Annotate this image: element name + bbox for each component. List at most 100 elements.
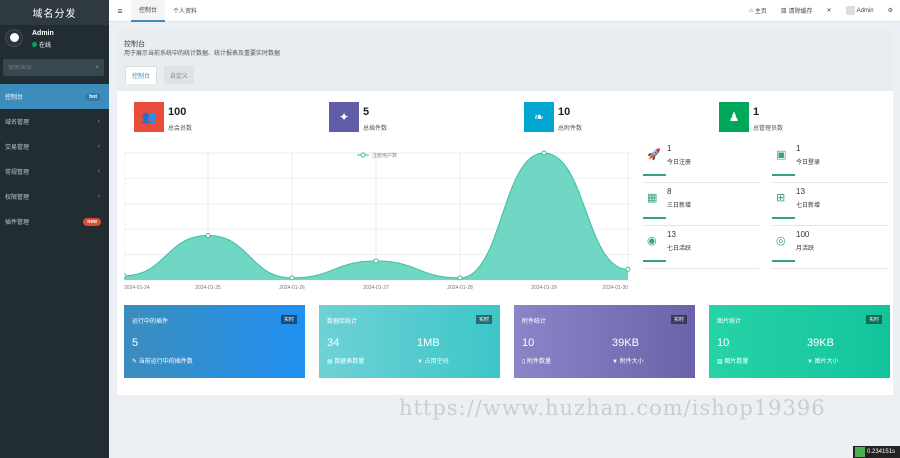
- card-value-2: 39KB: [807, 337, 834, 349]
- stat-plugins-box: ✦: [329, 102, 359, 132]
- chart-point: [289, 275, 295, 281]
- card-title: 图片统计: [717, 319, 742, 325]
- sidebar-search: ⌕: [3, 59, 104, 76]
- sidebar-item-label: 域名管理: [5, 120, 30, 126]
- user-avatar-small: [845, 6, 855, 15]
- app-logo[interactable]: 域名分发: [0, 0, 109, 25]
- search-icon[interactable]: ⌕: [95, 64, 99, 72]
- user-menu[interactable]: Admin: [839, 6, 881, 15]
- stat-label: 总管理员数: [753, 126, 784, 132]
- chart-point: [541, 150, 547, 156]
- stat-label: 总插件数: [363, 126, 388, 132]
- hot-badge: hot: [85, 92, 101, 101]
- chart-point: [205, 233, 211, 239]
- navbar-user-name: Admin: [856, 7, 874, 14]
- stat-members: 👥 100 总会员数: [134, 102, 284, 133]
- card-label-text: 图片数量: [724, 359, 749, 365]
- magic-icon: ✎: [132, 359, 139, 365]
- mini-stat-bar: [643, 217, 666, 219]
- mini-stat-bar: [772, 174, 795, 176]
- panel-tab-dashboard[interactable]: 控制台: [125, 66, 158, 84]
- chart-svg: 2024-01-24 2024-01-25 2024-01-26 2024-01-27…: [121, 150, 632, 291]
- card-label-2: ▼ 附件大小: [612, 356, 644, 365]
- mini-stat-value: 100: [796, 230, 810, 239]
- clear-cache-label: 清除缓存: [788, 9, 813, 15]
- mini-stat-3day: ▦ 8 三日新增: [643, 185, 759, 226]
- fullscreen-button[interactable]: ✕: [820, 7, 839, 14]
- mini-stat-label: 七日新增: [796, 203, 821, 209]
- sidebar-item-trades[interactable]: 交易管理 ‹: [0, 134, 109, 159]
- leaf-icon: ❧: [533, 110, 545, 124]
- magic-icon: ✦: [338, 110, 350, 124]
- realtime-tag: 实时: [280, 315, 297, 324]
- mini-stat-today-login: ▣ 1 今日登录: [772, 142, 888, 183]
- calendar-plus-icon: ⊞: [776, 192, 786, 204]
- stat-attachments: ❧ 10 总附件数: [524, 102, 674, 133]
- new-badge: new: [83, 217, 101, 226]
- mini-stat-value: 13: [796, 187, 805, 196]
- registration-chart: 2024-01-24 2024-01-25 2024-01-26 2024-01-27…: [121, 148, 632, 294]
- home-icon: ⌂: [749, 7, 753, 14]
- mini-stat-label: 三日新增: [667, 203, 692, 209]
- filter-icon: ▼: [612, 359, 620, 365]
- gears-icon: ⚙: [887, 8, 893, 14]
- chevron-left-icon: ‹: [97, 143, 100, 150]
- debug-leaf-icon[interactable]: [855, 447, 865, 457]
- card-label-2: ▼ 图片大小: [807, 356, 839, 365]
- sidebar-item-plugins[interactable]: 插件管理 new: [0, 209, 109, 234]
- realtime-tag: 实时: [865, 315, 882, 324]
- sidebar-item-label: 常规管理: [5, 170, 30, 176]
- user-avatar: [5, 29, 23, 47]
- mini-stat-label: 今日注册: [667, 160, 692, 166]
- user-status-text: 在线: [39, 43, 52, 49]
- card-value: 10: [717, 337, 730, 349]
- card-attachments: 附件统计 实时 10 ▯ 附件数量 39KB ▼ 附件大小: [514, 305, 695, 378]
- tab-profile[interactable]: 个人资料: [165, 0, 205, 22]
- settings-button[interactable]: ⚙: [881, 7, 900, 14]
- watermark: https://www.huzhan.com/ishop19396: [399, 396, 826, 420]
- mini-stat-7day: ⊞ 13 七日新增: [772, 185, 888, 226]
- chart-point: [373, 258, 379, 264]
- online-dot-icon: [32, 42, 37, 47]
- card-label-text: 附件数量: [526, 359, 551, 365]
- chevron-left-icon: ‹: [97, 193, 100, 200]
- chart-x-tick-label: 2024-01-28: [447, 285, 473, 291]
- user-circle-o-icon: ◎: [776, 235, 786, 247]
- mini-stat-bar: [643, 260, 666, 262]
- realtime-tag: 实时: [475, 315, 492, 324]
- card-label-2: ▼ 占用空间: [417, 356, 449, 365]
- mini-stat-label: 七日活跃: [667, 246, 692, 252]
- card-label-text: 数据表数量: [334, 359, 365, 365]
- navbar-right: ⌂ 主页 ▥ 清除缓存 ✕ Admin ⚙: [742, 0, 900, 22]
- panel-tab-custom[interactable]: 自定义: [164, 66, 195, 84]
- mini-stat-label: 月活跃: [796, 246, 815, 252]
- user-panel: Admin 在线: [0, 25, 109, 57]
- debug-timer-text: 0.234151s: [867, 449, 896, 455]
- search-input[interactable]: [8, 64, 88, 71]
- chart-x-tick-label: 2024-01-27: [363, 285, 389, 291]
- card-title: 数据库统计: [327, 319, 358, 325]
- stat-value: 10: [558, 106, 571, 118]
- sidebar-item-permissions[interactable]: 权限管理 ‹: [0, 184, 109, 209]
- debug-timer: 0.234151s: [853, 446, 900, 458]
- stat-label: 总附件数: [558, 126, 583, 132]
- sidebar-item-label: 控制台: [5, 95, 24, 101]
- fullscreen-icon: ✕: [826, 8, 832, 14]
- sidebar-item-domains[interactable]: 域名管理 ‹: [0, 109, 109, 134]
- chevron-left-icon: ‹: [97, 168, 100, 175]
- sidebar-item-general[interactable]: 常规管理 ‹: [0, 159, 109, 184]
- menu-toggle-icon[interactable]: ≡: [109, 6, 131, 16]
- mini-stat-7day-active: ◉ 13 七日活跃: [643, 228, 759, 269]
- filter-icon: ▼: [807, 359, 815, 365]
- tab-dashboard[interactable]: 控制台: [131, 0, 166, 22]
- clear-cache-button[interactable]: ▥ 清除缓存: [774, 6, 820, 15]
- home-link[interactable]: ⌂ 主页: [742, 6, 774, 16]
- sidebar-item-label: 权限管理: [5, 195, 30, 201]
- mini-stat-value: 8: [667, 187, 672, 196]
- users-icon: 👥: [141, 110, 157, 124]
- sidebar-item-label: 插件管理: [5, 220, 30, 226]
- sidebar-item-dashboard[interactable]: 控制台 hot: [0, 84, 109, 109]
- card-label-text: 图片大小: [814, 359, 839, 365]
- stat-attachments-box: ❧: [524, 102, 554, 132]
- chart-x-tick-label: 2024-01-26: [279, 285, 305, 291]
